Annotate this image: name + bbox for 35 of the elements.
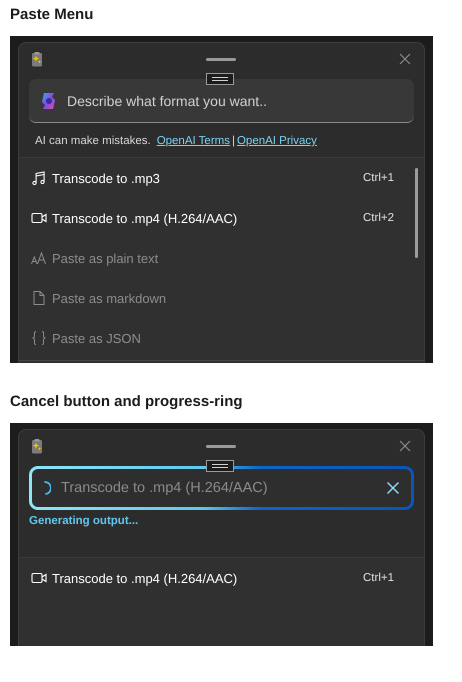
prompt-input[interactable]: Transcode to .mp4 (H.264/AAC) bbox=[61, 480, 375, 496]
grip-icon[interactable] bbox=[206, 73, 234, 85]
drag-handle[interactable] bbox=[206, 444, 236, 448]
clipboard-sparkle-icon bbox=[31, 438, 43, 454]
status-text: Generating output... bbox=[29, 514, 140, 529]
menu-item[interactable]: Transcode to .mp3 Ctrl+1 bbox=[19, 158, 424, 198]
grip-icon[interactable] bbox=[206, 460, 234, 472]
braces-icon bbox=[31, 330, 47, 346]
section-heading: Cancel button and progress-ring bbox=[10, 393, 244, 410]
menu-item[interactable]: Transcode to .mp4 (H.264/AAC) Ctrl+2 bbox=[19, 198, 424, 238]
copilot-icon bbox=[41, 92, 57, 110]
close-button[interactable] bbox=[398, 439, 412, 453]
document-icon bbox=[31, 290, 47, 306]
menu-item[interactable]: Transcode to .mp4 (H.264/AAC) Ctrl+1 bbox=[19, 558, 424, 598]
link-separator: | bbox=[232, 135, 235, 147]
video-camera-icon bbox=[31, 210, 47, 226]
close-button[interactable] bbox=[398, 52, 412, 66]
shortcut-text: Ctrl+1 bbox=[363, 172, 394, 184]
shortcut-text: Ctrl+2 bbox=[363, 212, 394, 224]
prompt-field[interactable]: Transcode to .mp4 (H.264/AAC) bbox=[29, 466, 414, 510]
video-camera-icon bbox=[31, 570, 47, 586]
section-heading: Paste Menu bbox=[10, 6, 94, 23]
drag-handle[interactable] bbox=[206, 58, 236, 60]
terms-link[interactable]: OpenAI Terms bbox=[156, 135, 230, 147]
font-size-icon bbox=[31, 250, 47, 266]
terms-link[interactable]: OpenAI Privacy bbox=[236, 135, 317, 147]
shortcut-text: Ctrl+1 bbox=[363, 572, 394, 584]
music-note-icon bbox=[31, 170, 47, 186]
prompt-input[interactable]: Describe what format you want.. bbox=[67, 92, 404, 108]
prompt-field[interactable]: Describe what format you want.. bbox=[29, 79, 414, 123]
disclaimer-text: AI can make mistakes. bbox=[35, 135, 151, 147]
cancel-button[interactable] bbox=[385, 480, 401, 496]
progress-ring-icon bbox=[44, 481, 51, 495]
clipboard-sparkle-icon bbox=[31, 52, 43, 66]
scrollbar[interactable] bbox=[415, 168, 418, 258]
